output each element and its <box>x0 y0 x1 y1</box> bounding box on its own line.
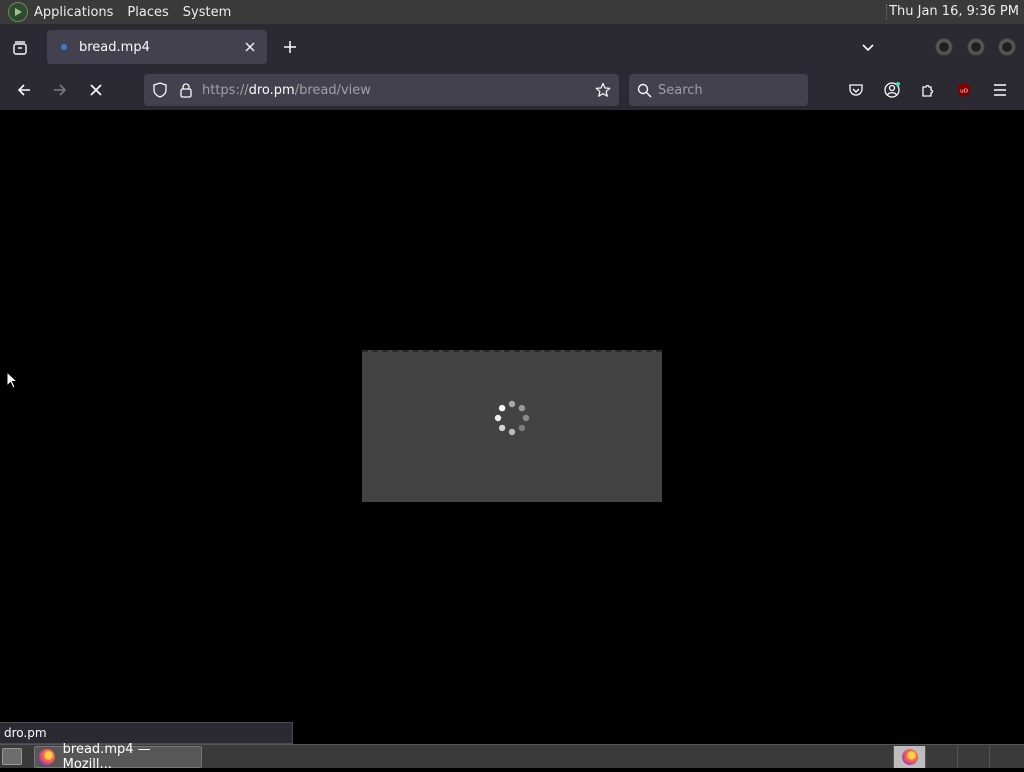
places-menu[interactable]: Places <box>127 5 168 20</box>
panel-separator <box>886 4 888 20</box>
system-menu[interactable]: System <box>183 5 231 20</box>
system-top-panel: Applications Places System Thu Jan 16, 9… <box>0 0 1024 24</box>
hamburger-icon[interactable] <box>989 79 1011 101</box>
chevron-down-icon[interactable] <box>858 37 878 57</box>
search-icon <box>637 83 652 98</box>
bottom-taskbar: bread.mp4 — Mozill... <box>0 742 1024 772</box>
close-icon[interactable] <box>241 38 259 56</box>
star-icon[interactable] <box>593 80 613 100</box>
tab-loading-indicator <box>61 44 67 50</box>
spinner-icon <box>494 400 530 436</box>
search-bar[interactable] <box>629 74 808 106</box>
mouse-cursor-icon <box>6 371 18 389</box>
arrow-left-icon[interactable] <box>12 78 36 102</box>
svg-text:uO: uO <box>960 89 968 95</box>
puzzle-icon[interactable] <box>917 79 939 101</box>
maximize-window-button[interactable] <box>967 38 985 56</box>
workspace-3[interactable] <box>957 746 989 768</box>
arrow-right-icon[interactable] <box>48 78 72 102</box>
tab-title: bread.mp4 <box>79 39 150 55</box>
stop-icon[interactable] <box>84 78 108 102</box>
lock-icon[interactable] <box>176 80 196 100</box>
tab-bar: bread.mp4 <box>0 24 1024 70</box>
ublock-icon[interactable]: uO <box>953 79 975 101</box>
applications-menu[interactable]: Applications <box>34 5 113 20</box>
show-desktop-button[interactable] <box>2 748 22 765</box>
workspace-4[interactable] <box>989 746 1021 768</box>
navigation-toolbar: https://dro.pm/bread/view uO <box>0 70 1024 110</box>
clock[interactable]: Thu Jan 16, 9:36 PM <box>889 4 1019 19</box>
url-prefix: https:// <box>202 82 249 98</box>
shield-icon[interactable] <box>150 80 170 100</box>
search-input[interactable] <box>658 82 798 98</box>
pocket-icon[interactable] <box>845 79 867 101</box>
page-content <box>0 110 1024 744</box>
url-path: /bread/view <box>294 82 371 98</box>
tab-list-icon[interactable] <box>8 36 32 60</box>
tab-bread-mp4[interactable]: bread.mp4 <box>47 30 267 64</box>
workspace-1[interactable] <box>893 746 925 768</box>
video-player[interactable] <box>362 350 662 502</box>
distro-logo-icon[interactable] <box>8 2 28 22</box>
taskbar-window-firefox[interactable]: bread.mp4 — Mozill... <box>34 742 202 772</box>
workspace-2[interactable] <box>925 746 957 768</box>
link-status-bar: dro.pm <box>0 722 293 744</box>
close-window-button[interactable] <box>998 38 1016 56</box>
url-bar[interactable]: https://dro.pm/bread/view <box>144 74 619 106</box>
system-menu-bar: Applications Places System <box>0 0 245 24</box>
url-domain: dro.pm <box>248 82 295 98</box>
minimize-window-button[interactable] <box>935 38 953 56</box>
plus-icon[interactable] <box>280 37 300 57</box>
firefox-icon <box>901 749 918 765</box>
account-icon[interactable] <box>881 79 903 101</box>
firefox-icon <box>39 749 55 765</box>
url-text[interactable]: https://dro.pm/bread/view <box>202 83 593 98</box>
